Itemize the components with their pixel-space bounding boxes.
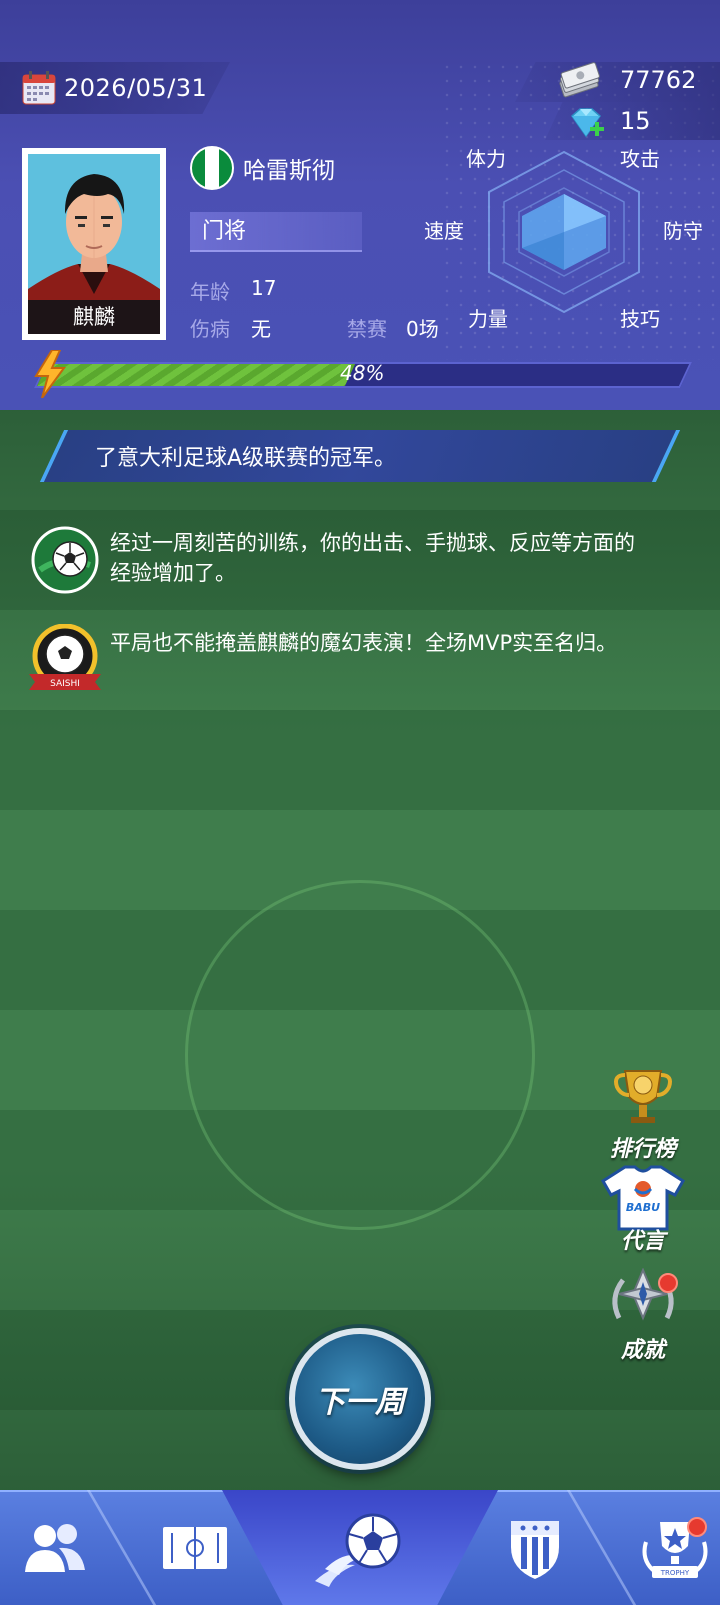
- team-name: 哈雷斯彻: [243, 158, 335, 184]
- radar-label-speed: 速度: [424, 219, 464, 243]
- gem-add-icon[interactable]: [566, 106, 606, 140]
- injury-label: 伤病: [190, 317, 230, 341]
- center-circle: [185, 880, 535, 1230]
- pitch-icon: [163, 1526, 227, 1569]
- nav-career[interactable]: [300, 1490, 420, 1605]
- radar-label-defense: 防守: [663, 219, 703, 243]
- calendar-icon: [22, 71, 56, 105]
- news-item: SAISHI 平局也不能掩盖麒麟的魔幻表演！全场MVP实至名归。: [0, 610, 720, 710]
- current-date: 2026/05/31: [64, 74, 208, 102]
- progress-percent: 48%: [340, 361, 385, 385]
- injury-value: 无: [251, 317, 271, 341]
- portrait-background: 麒麟: [28, 154, 160, 334]
- radar-label-attack: 攻击: [620, 147, 660, 171]
- saishi-badge-text: SAISHI: [50, 679, 80, 689]
- nigeria-flag-icon: [190, 146, 234, 190]
- club-shield-icon: [511, 1520, 559, 1579]
- lightning-icon: [34, 350, 66, 398]
- news-item-text: 平局也不能掩盖麒麟的魔幻表演！全场MVP实至名归。: [110, 631, 618, 655]
- trophy-badge-text: TROPHY: [660, 1569, 690, 1577]
- ban-label: 禁赛: [347, 317, 387, 341]
- soccer-ball-green-icon: [31, 526, 99, 594]
- date-bar: 2026/05/31: [0, 62, 230, 114]
- radar-label-skill: 技巧: [620, 307, 660, 331]
- next-week-label: 下一周: [315, 1385, 405, 1420]
- player-portrait[interactable]: 麒麟: [22, 148, 166, 340]
- news-item: 经过一周刻苦的训练，你的出击、手抛球、反应等方面的经验增加了。: [0, 510, 720, 610]
- cash-value: 77762: [620, 66, 697, 94]
- jersey-brand-text: BABU: [626, 1201, 660, 1214]
- next-week-button[interactable]: 下一周: [289, 1328, 431, 1470]
- radar-label-strength: 力量: [468, 307, 508, 331]
- ranking-button[interactable]: 排行榜: [598, 1065, 688, 1163]
- nav-team[interactable]: [0, 1490, 110, 1605]
- trophy-cup-icon: [614, 1070, 672, 1123]
- achievements-notification-dot: [658, 1273, 678, 1293]
- news-banner-text: 了意大利足球A级联赛的冠军。: [95, 446, 397, 471]
- flaming-ball-icon: [315, 1513, 401, 1587]
- player-header: 2026/05/31 77762 15 麒麟 哈雷斯彻 门将 年龄 17 伤病 …: [0, 0, 720, 410]
- progress-fill: [36, 364, 356, 386]
- saishi-badge-icon: SAISHI: [29, 624, 101, 690]
- achievements-label: 成就: [620, 1338, 665, 1363]
- player-name: 麒麟: [28, 300, 160, 334]
- nav-trophy[interactable]: TROPHY: [630, 1490, 720, 1605]
- nav-pitch[interactable]: [150, 1490, 240, 1605]
- age-value: 17: [251, 276, 277, 300]
- cash-icon: [559, 62, 600, 98]
- nav-club[interactable]: [490, 1490, 580, 1605]
- age-label: 年龄: [190, 280, 230, 304]
- trophy-notification-dot: [687, 1517, 707, 1537]
- people-icon: [25, 1523, 85, 1572]
- position-badge: 门将: [190, 212, 362, 252]
- gem-value: 15: [620, 107, 651, 135]
- attribute-radar[interactable]: 体力 攻击 速度 防守 力量 技巧: [418, 140, 718, 331]
- ranking-label: 排行榜: [609, 1137, 676, 1162]
- radar-label-stamina: 体力: [466, 147, 506, 171]
- news-item-text: 经过一周刻苦的训练，你的出击、手抛球、反应等方面的经验增加了。: [110, 531, 635, 585]
- endorsement-button[interactable]: BABU 代言: [598, 1163, 688, 1255]
